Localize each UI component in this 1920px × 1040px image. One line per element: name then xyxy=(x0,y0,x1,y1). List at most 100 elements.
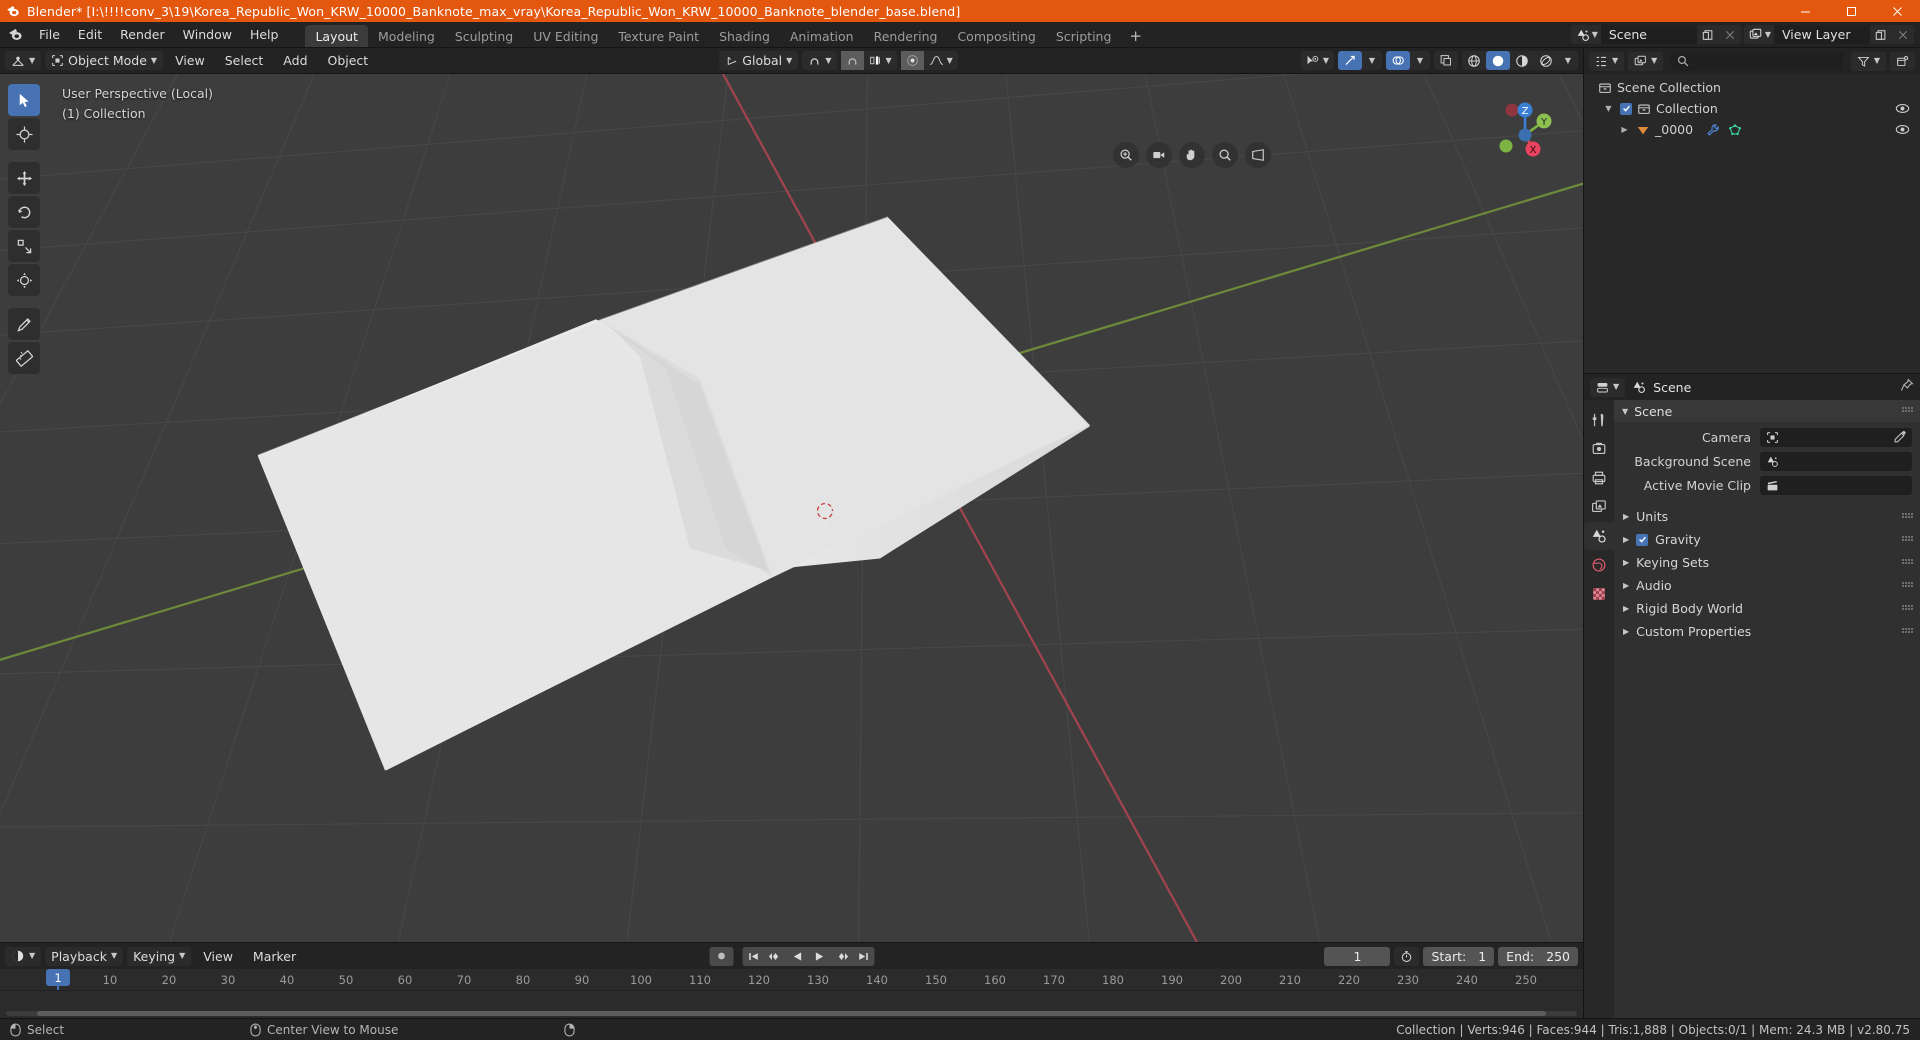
camera-view-button[interactable] xyxy=(1146,142,1172,168)
properties-tab-texture[interactable] xyxy=(1584,580,1614,608)
tab-shading[interactable]: Shading xyxy=(709,25,780,47)
units-expand-triangle-icon[interactable]: ▶ xyxy=(1623,512,1629,521)
timeline-menu-keying[interactable]: Keying ▼ xyxy=(127,946,192,966)
outliner-row-scene-collection[interactable]: Scene Collection xyxy=(1584,77,1920,98)
timeline-playhead[interactable]: 1 xyxy=(46,969,70,986)
properties-tab-output[interactable] xyxy=(1584,464,1614,492)
zoom-view-button[interactable] xyxy=(1113,142,1139,168)
gravity-panel-row[interactable]: ▶ Gravity xyxy=(1614,528,1920,551)
viewport-menu-add[interactable]: Add xyxy=(275,51,315,70)
show-overlays-toggle[interactable] xyxy=(1386,51,1410,70)
background-scene-field[interactable] xyxy=(1760,452,1912,471)
properties-tab-tool[interactable] xyxy=(1584,406,1614,434)
disclosure-triangle-collapsed-icon[interactable]: ▶ xyxy=(1618,125,1631,134)
auto-keying-button[interactable] xyxy=(709,946,733,966)
jump-to-next-keyframe-button[interactable] xyxy=(830,947,852,966)
scene-delete-button[interactable] xyxy=(1718,25,1741,44)
outliner-filter-button[interactable]: ▼ xyxy=(1850,51,1886,71)
view-layer-new-button[interactable] xyxy=(1870,25,1892,44)
tool-transform[interactable] xyxy=(8,264,40,296)
use-preview-range-button[interactable] xyxy=(1394,946,1420,966)
custom-properties-panel-row[interactable]: ▶ Custom Properties xyxy=(1614,620,1920,643)
play-button[interactable] xyxy=(808,947,830,966)
timeline-scrollbar[interactable] xyxy=(6,1011,1577,1016)
interaction-mode-dropdown[interactable]: Object Mode ▼ xyxy=(45,51,164,70)
timeline-editor-type-button[interactable]: ▼ xyxy=(5,946,42,966)
timeline-menu-marker[interactable]: Marker xyxy=(245,947,304,966)
view-layer-selector[interactable]: ▼ View Layer xyxy=(1743,25,1914,44)
keying-sets-panel-row[interactable]: ▶ Keying Sets xyxy=(1614,551,1920,574)
jump-to-start-button[interactable] xyxy=(742,947,764,966)
view-layer-name-field[interactable]: View Layer xyxy=(1774,25,1870,44)
scene-new-button[interactable] xyxy=(1696,25,1719,44)
audio-expand-triangle-icon[interactable]: ▶ xyxy=(1623,581,1629,590)
scene-name-field[interactable]: Scene xyxy=(1600,25,1697,44)
pin-id-icon[interactable] xyxy=(1900,378,1914,396)
timeline-ruler[interactable]: 10 20 30 40 50 60 70 80 90 100 110 120 1… xyxy=(0,969,1583,991)
viewport-menu-view[interactable]: View xyxy=(167,51,213,70)
shading-wireframe-button[interactable] xyxy=(1462,51,1486,70)
tab-animation[interactable]: Animation xyxy=(780,25,864,47)
editor-type-button[interactable]: ▼ xyxy=(5,51,42,70)
current-frame-field[interactable]: 1 xyxy=(1324,946,1391,966)
keying-sets-expand-triangle-icon[interactable]: ▶ xyxy=(1623,558,1629,567)
transform-orientation-dropdown[interactable]: Global ▼ xyxy=(719,51,799,70)
show-gizmo-toggle[interactable] xyxy=(1338,51,1362,70)
tab-scripting[interactable]: Scripting xyxy=(1046,25,1122,47)
gravity-expand-triangle-icon[interactable]: ▶ xyxy=(1623,535,1629,544)
panel-expand-triangle-icon[interactable]: ▼ xyxy=(1622,407,1628,416)
audio-panel-row[interactable]: ▶ Audio xyxy=(1614,574,1920,597)
outliner-display-mode-dropdown[interactable]: ▼ xyxy=(1628,51,1664,71)
custom-properties-expand-triangle-icon[interactable]: ▶ xyxy=(1623,627,1629,636)
toggle-xray-button[interactable] xyxy=(1434,51,1458,70)
object-visibility-eye-icon[interactable] xyxy=(1895,122,1910,140)
view-layer-delete-button[interactable] xyxy=(1892,25,1914,44)
move-view-button[interactable] xyxy=(1179,142,1205,168)
tab-compositing[interactable]: Compositing xyxy=(947,25,1045,47)
rigid-body-world-panel-row[interactable]: ▶ Rigid Body World xyxy=(1614,597,1920,620)
collection-checkbox[interactable] xyxy=(1620,102,1632,115)
viewport-3d-canvas[interactable]: User Perspective (Local) (1) Collection xyxy=(0,74,1583,942)
menu-render[interactable]: Render xyxy=(111,22,174,48)
shading-material-preview-button[interactable] xyxy=(1510,51,1534,70)
scene-selector[interactable]: ▼ Scene xyxy=(1570,25,1741,44)
tab-uv-editing[interactable]: UV Editing xyxy=(523,25,608,47)
tab-rendering[interactable]: Rendering xyxy=(864,25,948,47)
snap-target-dropdown[interactable]: ▼ xyxy=(802,51,838,70)
tab-layout[interactable]: Layout xyxy=(305,25,368,47)
start-frame-field[interactable]: Start: 1 xyxy=(1423,946,1495,966)
tool-scale[interactable] xyxy=(8,230,40,262)
snap-mode-dropdown[interactable]: ▼ xyxy=(864,51,896,70)
blender-logo-icon[interactable] xyxy=(0,22,30,47)
menu-edit[interactable]: Edit xyxy=(69,22,111,48)
scene-browse-button[interactable]: ▼ xyxy=(1570,25,1601,44)
units-panel-row[interactable]: ▶ Units xyxy=(1614,505,1920,528)
properties-editor-type-button[interactable]: ▼ xyxy=(1590,377,1626,397)
properties-tab-view-layer[interactable] xyxy=(1584,493,1614,521)
falloff-type-dropdown[interactable]: ▼ xyxy=(924,51,958,70)
zoom-region-button[interactable] xyxy=(1212,142,1238,168)
viewport-menu-select[interactable]: Select xyxy=(217,51,272,70)
gravity-checkbox[interactable] xyxy=(1636,533,1649,546)
shading-rendered-button[interactable] xyxy=(1534,51,1558,70)
timeline-menu-playback[interactable]: Playback ▼ xyxy=(45,946,124,966)
jump-to-prev-keyframe-button[interactable] xyxy=(764,947,786,966)
viewport-menu-object[interactable]: Object xyxy=(320,51,377,70)
end-frame-field[interactable]: End: 250 xyxy=(1498,946,1578,966)
tool-annotate[interactable] xyxy=(8,308,40,340)
tab-sculpting[interactable]: Sculpting xyxy=(445,25,523,47)
add-workspace-button[interactable]: + xyxy=(1121,25,1150,47)
tool-measure[interactable] xyxy=(8,342,40,374)
object-visibility-dropdown[interactable]: ▼ xyxy=(1301,51,1334,70)
outliner-row-collection[interactable]: ▼ Collection xyxy=(1584,98,1920,119)
active-movie-clip-field[interactable] xyxy=(1760,476,1912,495)
properties-tab-world[interactable] xyxy=(1584,551,1614,579)
navigation-gizmo[interactable]: Y Z X xyxy=(1482,92,1568,178)
shading-options-dropdown[interactable]: ▼ xyxy=(1558,51,1578,70)
menu-file[interactable]: File xyxy=(30,22,69,48)
jump-to-end-button[interactable] xyxy=(852,947,874,966)
proportional-editing-toggle[interactable] xyxy=(900,51,924,70)
outliner-search-input[interactable] xyxy=(1671,51,1843,71)
scene-panel-header[interactable]: ▼ Scene xyxy=(1614,400,1920,422)
tab-texture-paint[interactable]: Texture Paint xyxy=(608,25,709,47)
